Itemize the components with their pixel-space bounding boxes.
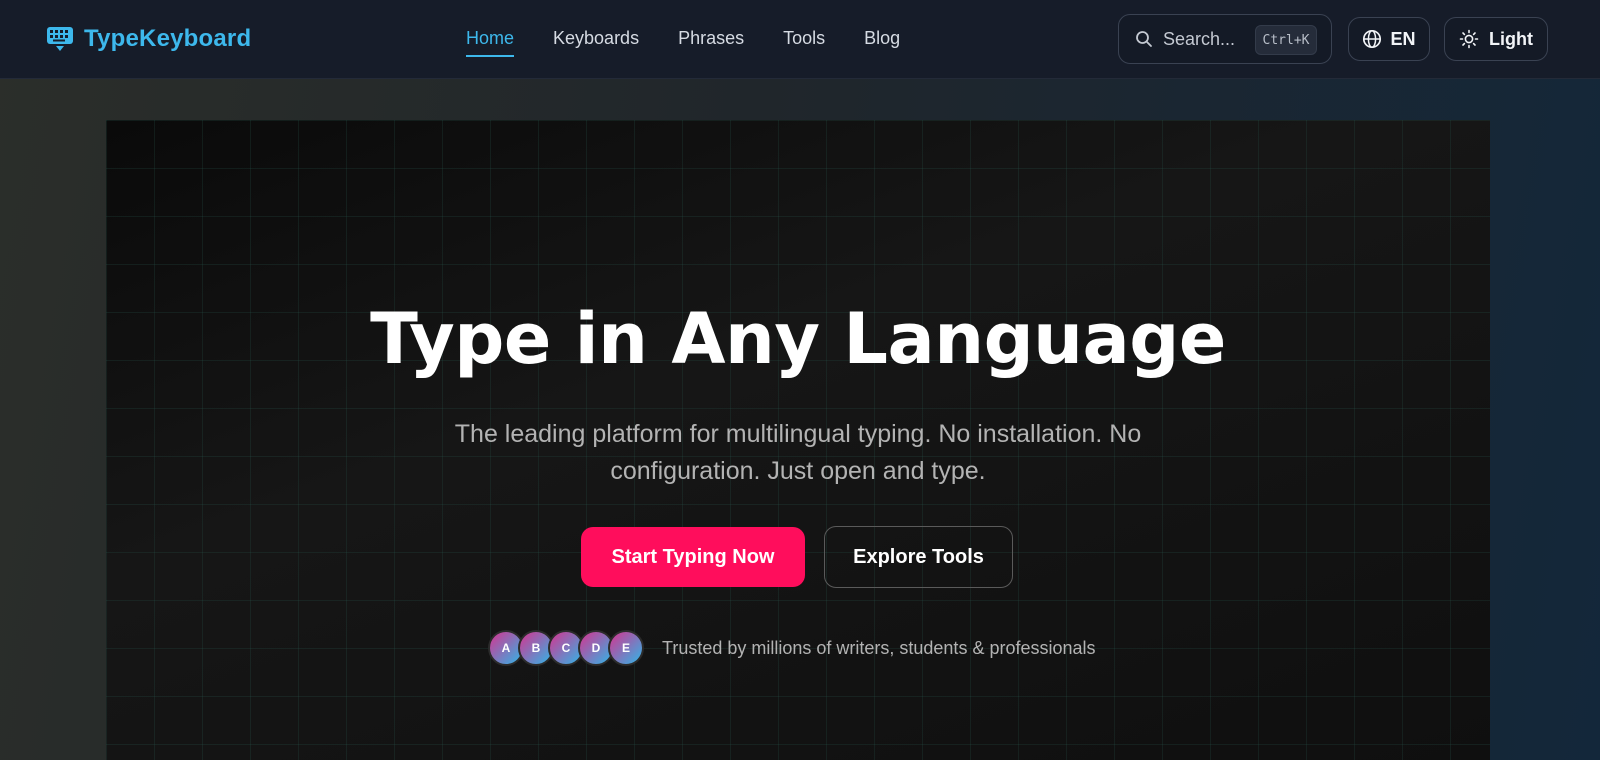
- main-nav: Home Keyboards Phrases Tools Blog: [466, 28, 939, 57]
- hero-title: Type in Any Language: [370, 298, 1226, 380]
- explore-tools-button[interactable]: Explore Tools: [824, 526, 1013, 588]
- search-shortcut-badge: Ctrl+K: [1255, 25, 1317, 55]
- sun-icon: [1459, 29, 1479, 49]
- hero-section: Type in Any Language The leading platfor…: [106, 120, 1490, 760]
- hero-subtitle: The leading platform for multilingual ty…: [454, 420, 1142, 485]
- trust-text: Trusted by millions of writers, students…: [662, 637, 1096, 658]
- brand-logo[interactable]: TypeKeyboard: [46, 24, 251, 54]
- keyboard-icon: [47, 27, 73, 51]
- brand-name: TypeKeyboard: [84, 25, 252, 52]
- globe-icon: [1363, 29, 1382, 49]
- top-navbar: TypeKeyboard Home Keyboards Phrases Tool…: [0, 0, 1600, 79]
- search-button[interactable]: Search... Ctrl+K: [1118, 14, 1332, 64]
- avatar: E: [608, 630, 644, 666]
- nav-item-blog[interactable]: Blog: [864, 28, 900, 56]
- start-typing-button[interactable]: Start Typing Now: [581, 527, 805, 587]
- search-icon: [1136, 31, 1152, 47]
- language-button[interactable]: EN: [1348, 17, 1430, 61]
- nav-item-phrases[interactable]: Phrases: [678, 28, 744, 56]
- trust-row: A B C D E Trusted by millions of writers…: [488, 630, 1096, 666]
- avatar-group: A B C D E: [488, 630, 644, 666]
- nav-item-keyboards[interactable]: Keyboards: [553, 28, 639, 56]
- nav-item-home[interactable]: Home: [466, 28, 515, 57]
- theme-toggle-button[interactable]: Light: [1444, 17, 1548, 61]
- language-label: EN: [1390, 28, 1416, 49]
- search-placeholder: Search...: [1163, 28, 1236, 49]
- nav-item-tools[interactable]: Tools: [783, 28, 825, 56]
- theme-label: Light: [1489, 28, 1533, 49]
